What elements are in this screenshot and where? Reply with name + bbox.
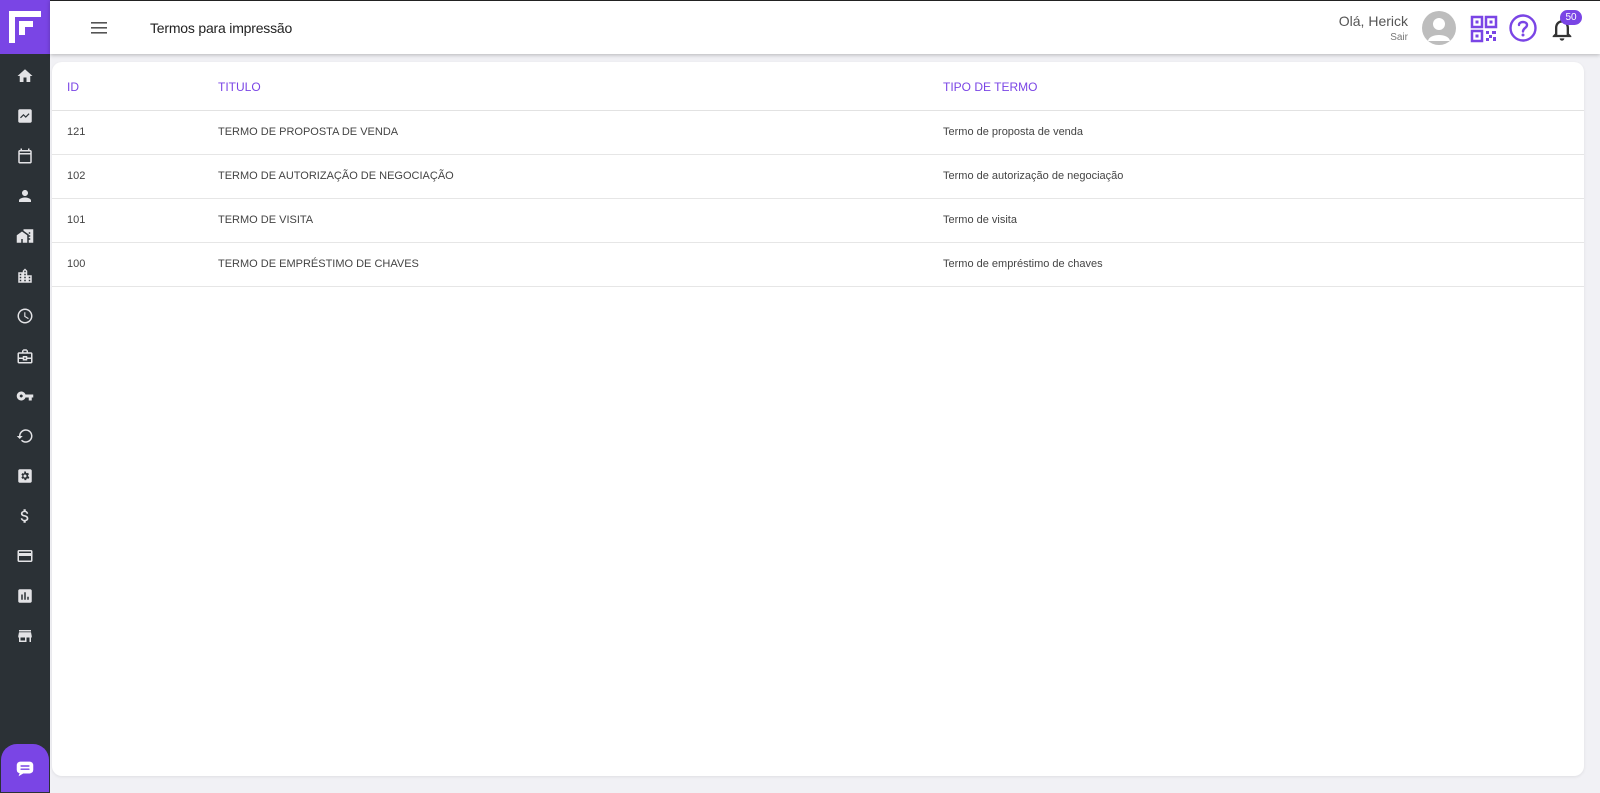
app-logo[interactable] bbox=[0, 0, 50, 54]
sidebar-item-home[interactable] bbox=[0, 56, 50, 96]
restore-icon bbox=[16, 429, 33, 443]
cell-id: 100 bbox=[52, 242, 218, 287]
chat-button[interactable] bbox=[1, 744, 49, 792]
chart-icon bbox=[18, 589, 32, 603]
avatar[interactable] bbox=[1422, 11, 1456, 45]
cell-id: 102 bbox=[52, 154, 218, 199]
sidebar-item-properties[interactable] bbox=[0, 216, 50, 256]
hamburger-menu-icon bbox=[91, 22, 107, 34]
sidebar-item-people[interactable] bbox=[0, 176, 50, 216]
buildings-icon bbox=[18, 268, 32, 283]
sidebar bbox=[0, 0, 50, 793]
menu-toggle-button[interactable] bbox=[88, 18, 112, 38]
store-icon bbox=[18, 630, 32, 642]
home-icon bbox=[17, 69, 33, 82]
cell-id: 101 bbox=[52, 198, 218, 243]
sidebar-item-reports[interactable] bbox=[0, 576, 50, 616]
cell-id: 121 bbox=[52, 110, 218, 155]
help-button[interactable] bbox=[1508, 13, 1538, 43]
column-header-id[interactable]: ID bbox=[52, 62, 218, 111]
table-row[interactable]: 102 TERMO DE AUTORIZAÇÃO DE NEGOCIAÇÃO T… bbox=[52, 154, 1584, 199]
table-row[interactable]: 101 TERMO DE VISITA Termo de visita bbox=[52, 198, 1584, 243]
sidebar-item-buildings[interactable] bbox=[0, 256, 50, 296]
house-icon bbox=[16, 229, 34, 243]
sidebar-item-dashboard[interactable] bbox=[0, 96, 50, 136]
cell-title: TERMO DE PROPOSTA DE VENDA bbox=[218, 110, 943, 155]
sidebar-item-business[interactable] bbox=[0, 336, 50, 376]
credit-card-icon bbox=[17, 550, 33, 562]
qr-code-button[interactable] bbox=[1470, 15, 1498, 43]
calendar-icon bbox=[18, 148, 32, 164]
column-header-type[interactable]: TIPO DE TERMO bbox=[943, 62, 1584, 111]
cell-title: TERMO DE VISITA bbox=[218, 198, 943, 243]
settings-box-icon bbox=[18, 469, 32, 483]
sidebar-nav bbox=[0, 56, 50, 656]
help-icon bbox=[1509, 14, 1537, 42]
cell-type: Termo de autorização de negociação bbox=[943, 154, 1584, 199]
sidebar-item-settings[interactable] bbox=[0, 456, 50, 496]
sidebar-item-history[interactable] bbox=[0, 296, 50, 336]
table-row[interactable]: 121 TERMO DE PROPOSTA DE VENDA Termo de … bbox=[52, 110, 1584, 155]
trending-icon bbox=[18, 109, 32, 123]
cell-type: Termo de proposta de venda bbox=[943, 110, 1584, 155]
top-bar: Termos para impressão Olá, Herick Sair 5… bbox=[50, 0, 1600, 54]
table-row[interactable]: 100 TERMO DE EMPRÉSTIMO DE CHAVES Termo … bbox=[52, 242, 1584, 287]
qr-code-icon bbox=[1470, 15, 1498, 43]
table-header-row: ID TITULO TIPO DE TERMO bbox=[52, 62, 1584, 111]
sidebar-item-restore[interactable] bbox=[0, 416, 50, 456]
terms-table-card: ID TITULO TIPO DE TERMO 121 TERMO DE PRO… bbox=[52, 62, 1584, 776]
cell-type: Termo de visita bbox=[943, 198, 1584, 243]
clock-icon bbox=[17, 308, 33, 324]
user-info: Olá, Herick Sair bbox=[1339, 13, 1408, 45]
cell-title: TERMO DE EMPRÉSTIMO DE CHAVES bbox=[218, 242, 943, 287]
cell-type: Termo de empréstimo de chaves bbox=[943, 242, 1584, 287]
sidebar-item-keys[interactable] bbox=[0, 376, 50, 416]
logout-link[interactable]: Sair bbox=[1339, 31, 1408, 45]
sidebar-item-calendar[interactable] bbox=[0, 136, 50, 176]
user-greeting: Olá, Herick bbox=[1338, 13, 1408, 29]
page-title: Termos para impressão bbox=[150, 20, 293, 36]
column-header-title[interactable]: TITULO bbox=[218, 62, 943, 111]
cell-title: TERMO DE AUTORIZAÇÃO DE NEGOCIAÇÃO bbox=[218, 154, 943, 199]
briefcase-icon bbox=[17, 349, 33, 364]
dollar-icon bbox=[20, 509, 29, 523]
logo-icon bbox=[9, 11, 41, 43]
terms-table: ID TITULO TIPO DE TERMO 121 TERMO DE PRO… bbox=[52, 62, 1584, 287]
sidebar-item-finance[interactable] bbox=[0, 496, 50, 536]
sidebar-item-store[interactable] bbox=[0, 616, 50, 656]
chat-icon bbox=[16, 761, 34, 777]
key-icon bbox=[16, 391, 34, 401]
sidebar-item-payments[interactable] bbox=[0, 536, 50, 576]
person-icon bbox=[19, 190, 31, 202]
notification-badge: 50 bbox=[1560, 10, 1582, 25]
user-avatar-icon bbox=[1428, 18, 1450, 41]
